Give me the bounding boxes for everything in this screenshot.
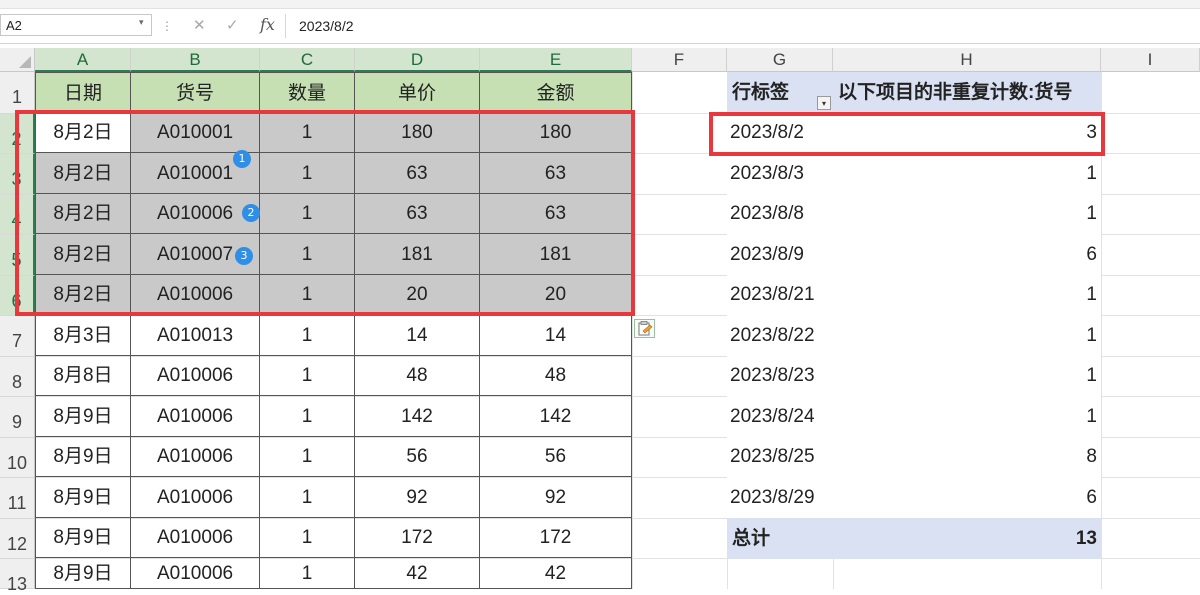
header-cell-item[interactable]: 货号 bbox=[131, 72, 260, 114]
formula-bar-divider bbox=[285, 14, 286, 38]
cancel-icon[interactable]: ✕ bbox=[193, 16, 206, 34]
column-header-h[interactable]: H bbox=[833, 48, 1101, 72]
paste-options-icon[interactable] bbox=[634, 319, 655, 338]
pivot-count-cell[interactable]: 1 bbox=[833, 194, 1101, 234]
quantity-cell[interactable]: 1 bbox=[260, 356, 355, 396]
pivot-date-cell[interactable]: 2023/8/29 bbox=[727, 477, 833, 518]
pivot-count-cell[interactable]: 1 bbox=[833, 396, 1101, 437]
pivot-count-cell[interactable]: 1 bbox=[833, 153, 1101, 194]
row-header-11[interactable]: 11 bbox=[0, 478, 35, 519]
price-cell[interactable]: 172 bbox=[355, 518, 480, 558]
pivot-count-cell[interactable]: 1 bbox=[833, 315, 1101, 356]
date-cell[interactable]: 8月9日 bbox=[35, 477, 131, 518]
item-cell[interactable]: A010006 bbox=[131, 477, 260, 518]
formula-bar: A2 ▾ ⋮ ✕ ✓ fx 2023/8/2 bbox=[0, 9, 1200, 44]
item-cell[interactable]: A010006 bbox=[131, 356, 260, 396]
select-all-corner[interactable] bbox=[0, 48, 35, 72]
confirm-icon[interactable]: ✓ bbox=[226, 16, 239, 34]
pivot-count-cell[interactable]: 8 bbox=[833, 437, 1101, 477]
amount-cell[interactable]: 48 bbox=[480, 356, 632, 396]
column-header-f[interactable]: F bbox=[632, 48, 727, 72]
header-cell-date[interactable]: 日期 bbox=[35, 72, 131, 114]
pivot-value-header[interactable]: 以下项目的非重复计数:货号 bbox=[833, 72, 1101, 114]
window-top-strip bbox=[0, 0, 1200, 9]
pivot-count-cell[interactable]: 6 bbox=[833, 477, 1101, 518]
pivot-count-cell[interactable]: 1 bbox=[833, 275, 1101, 315]
item-cell[interactable]: A010006 bbox=[131, 396, 260, 437]
pivot-date-cell[interactable]: 2023/8/22 bbox=[727, 315, 833, 356]
price-cell[interactable]: 142 bbox=[355, 396, 480, 437]
price-cell[interactable]: 56 bbox=[355, 437, 480, 477]
pivot-date-cell[interactable]: 2023/8/8 bbox=[727, 194, 833, 234]
row-header-12[interactable]: 12 bbox=[0, 519, 35, 559]
quantity-cell[interactable]: 1 bbox=[260, 396, 355, 437]
date-cell[interactable]: 8月8日 bbox=[35, 356, 131, 396]
highlight-box-source-rows bbox=[15, 110, 635, 316]
amount-cell[interactable]: 142 bbox=[480, 396, 632, 437]
column-header-b[interactable]: B bbox=[131, 48, 260, 72]
name-box-dropdown-icon[interactable]: ▾ bbox=[139, 17, 144, 28]
column-header-a[interactable]: A bbox=[35, 48, 131, 72]
pivot-total-label[interactable]: 总计 bbox=[727, 518, 833, 559]
quantity-cell[interactable]: 1 bbox=[260, 437, 355, 477]
column-header-g[interactable]: G bbox=[727, 48, 833, 72]
insert-function-icon[interactable]: fx bbox=[260, 15, 275, 34]
header-cell-amount[interactable]: 金额 bbox=[480, 72, 632, 114]
row-header-8[interactable]: 8 bbox=[0, 357, 35, 397]
item-cell[interactable]: A010006 bbox=[131, 437, 260, 477]
quantity-cell[interactable]: 1 bbox=[260, 558, 355, 589]
amount-cell[interactable]: 14 bbox=[480, 315, 632, 356]
amount-cell[interactable]: 56 bbox=[480, 437, 632, 477]
pivot-date-cell[interactable]: 2023/8/24 bbox=[727, 396, 833, 437]
column-header-i[interactable]: I bbox=[1101, 48, 1200, 72]
pivot-count-cell[interactable]: 6 bbox=[833, 234, 1101, 275]
price-cell[interactable]: 48 bbox=[355, 356, 480, 396]
price-cell[interactable]: 92 bbox=[355, 477, 480, 518]
amount-cell[interactable]: 42 bbox=[480, 558, 632, 589]
item-cell[interactable]: A010013 bbox=[131, 315, 260, 356]
date-cell[interactable]: 8月9日 bbox=[35, 518, 131, 558]
header-cell-quantity[interactable]: 数量 bbox=[260, 72, 355, 114]
row-header-1[interactable]: 1 bbox=[0, 72, 35, 114]
item-cell[interactable]: A010006 bbox=[131, 558, 260, 589]
price-cell[interactable]: 42 bbox=[355, 558, 480, 589]
filter-dropdown-icon[interactable]: ▾ bbox=[817, 96, 831, 110]
pivot-date-cell[interactable]: 2023/8/25 bbox=[727, 437, 833, 477]
pivot-total-value[interactable]: 13 bbox=[833, 518, 1101, 559]
header-cell-price[interactable]: 单价 bbox=[355, 72, 480, 114]
price-cell[interactable]: 14 bbox=[355, 315, 480, 356]
name-box[interactable]: A2 bbox=[0, 14, 152, 36]
pivot-date-cell[interactable]: 2023/8/23 bbox=[727, 356, 833, 396]
pivot-date-cell[interactable]: 2023/8/9 bbox=[727, 234, 833, 275]
date-cell[interactable]: 8月3日 bbox=[35, 315, 131, 356]
column-header-c[interactable]: C bbox=[260, 48, 355, 72]
formula-input[interactable]: 2023/8/2 bbox=[299, 18, 354, 34]
date-cell[interactable]: 8月9日 bbox=[35, 437, 131, 477]
pivot-date-cell[interactable]: 2023/8/21 bbox=[727, 275, 833, 315]
item-cell[interactable]: A010006 bbox=[131, 518, 260, 558]
amount-cell[interactable]: 172 bbox=[480, 518, 632, 558]
row-header-9[interactable]: 9 bbox=[0, 397, 35, 438]
pivot-date-cell[interactable]: 2023/8/3 bbox=[727, 153, 833, 194]
column-header-e[interactable]: E bbox=[480, 48, 632, 72]
formula-bar-grip-icon: ⋮ bbox=[161, 19, 173, 33]
clipboard-icon bbox=[638, 321, 653, 336]
select-all-triangle-icon bbox=[19, 56, 31, 68]
row-header-7[interactable]: 7 bbox=[0, 316, 35, 357]
row-header-13[interactable]: 13 bbox=[0, 559, 35, 594]
date-cell[interactable]: 8月9日 bbox=[35, 558, 131, 589]
column-header-d[interactable]: D bbox=[355, 48, 480, 72]
quantity-cell[interactable]: 1 bbox=[260, 477, 355, 518]
quantity-cell[interactable]: 1 bbox=[260, 518, 355, 558]
highlight-box-pivot-row bbox=[709, 112, 1105, 156]
amount-cell[interactable]: 92 bbox=[480, 477, 632, 518]
date-cell[interactable]: 8月9日 bbox=[35, 396, 131, 437]
quantity-cell[interactable]: 1 bbox=[260, 315, 355, 356]
pivot-count-cell[interactable]: 1 bbox=[833, 356, 1101, 396]
row-header-10[interactable]: 10 bbox=[0, 438, 35, 478]
